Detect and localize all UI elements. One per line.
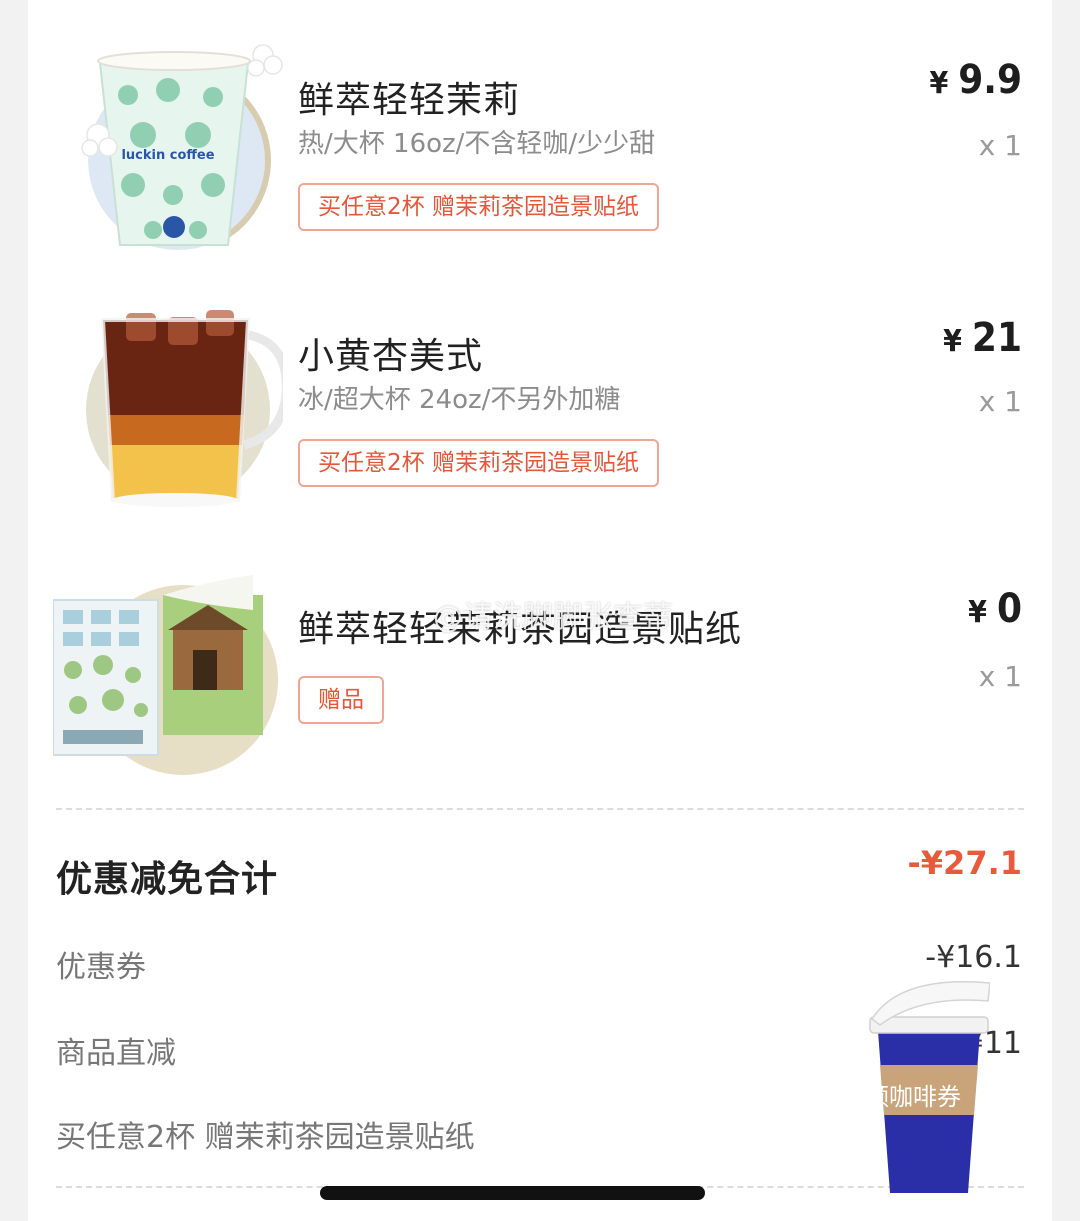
- item-price: ¥9.9: [929, 57, 1022, 103]
- discount-summary-title: 优惠减免合计: [56, 859, 279, 900]
- discount-summary-total: -¥27.1: [907, 844, 1023, 882]
- iced-apricot-americano-image: [68, 295, 283, 510]
- luckin-jasmine-cup-image: luckin coffee: [68, 35, 283, 250]
- promo-tag: 买任意2杯 赠茉莉茶园造景贴纸: [298, 439, 659, 487]
- price-value: 0: [996, 586, 1022, 632]
- currency-symbol: ¥: [943, 324, 962, 359]
- order-item[interactable]: 小黄杏美式 冰/超大杯 24oz/不另外加糖 买任意2杯 赠茉莉茶园造景贴纸 ¥…: [28, 295, 1052, 525]
- home-indicator[interactable]: [320, 1186, 705, 1200]
- currency-symbol: ¥: [929, 66, 949, 101]
- item-quantity: x 1: [978, 660, 1022, 693]
- item-name: 鲜萃轻轻茉莉茶园造景贴纸: [298, 609, 743, 650]
- price-value: 9.9: [958, 57, 1022, 103]
- item-name: 鲜萃轻轻茉莉: [298, 80, 521, 121]
- order-item[interactable]: luckin coffee 鲜萃轻轻茉莉 热/大杯 16oz/不含轻咖/少少甜 …: [28, 35, 1052, 265]
- discount-row-label: 优惠券: [56, 950, 146, 985]
- divider: [56, 808, 1024, 810]
- item-quantity: x 1: [978, 385, 1022, 418]
- item-quantity: x 1: [978, 129, 1022, 162]
- get-coffee-coupon-button[interactable]: 领咖啡券: [840, 965, 990, 1195]
- item-price: ¥21: [943, 315, 1022, 361]
- gift-tag: 赠品: [298, 676, 384, 724]
- cup-brand-text: luckin coffee: [121, 148, 214, 163]
- sticker-sheet-image: [53, 570, 283, 785]
- order-item[interactable]: 鲜萃轻轻茉莉茶园造景贴纸 赠品 ¥0 x 1: [28, 570, 1052, 780]
- item-name: 小黄杏美式: [298, 336, 484, 377]
- item-spec: 冰/超大杯 24oz/不另外加糖: [298, 385, 621, 415]
- currency-symbol: ¥: [968, 595, 987, 630]
- item-spec: 热/大杯 16oz/不含轻咖/少少甜: [298, 129, 656, 159]
- price-value: 21: [971, 315, 1022, 361]
- promo-tag: 买任意2杯 赠茉莉茶园造景贴纸: [298, 183, 659, 231]
- discount-row-label: 买任意2杯 赠茉莉茶园造景贴纸: [56, 1120, 475, 1155]
- coupon-label: 领咖啡券: [865, 1083, 961, 1111]
- discount-row-label: 商品直减: [56, 1036, 176, 1071]
- item-price: ¥0: [968, 586, 1022, 632]
